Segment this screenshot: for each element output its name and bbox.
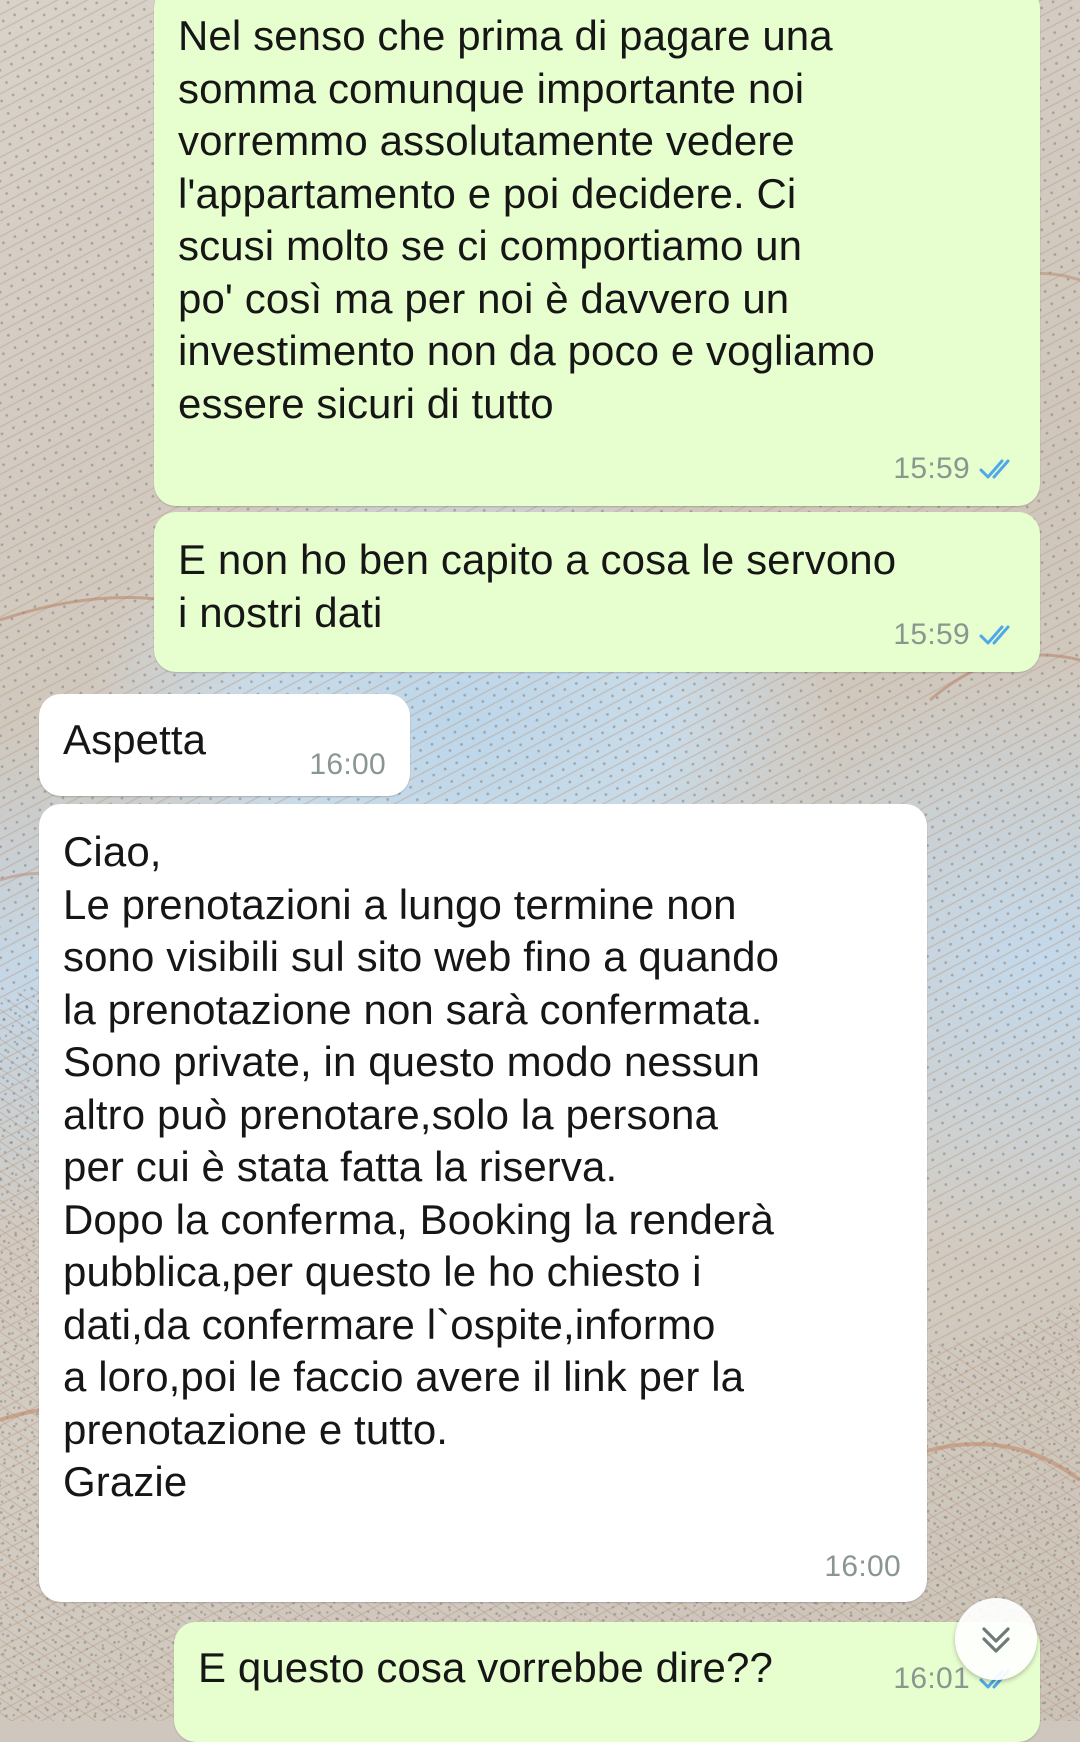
message-time: 16:00 [309, 748, 386, 781]
message-meta: 16:00 [824, 1550, 901, 1584]
message-meta: 16:00 [309, 748, 386, 782]
scroll-to-bottom-button[interactable] [955, 1598, 1037, 1680]
message-text: E questo cosa vorrebbe dire?? [198, 1644, 773, 1691]
message-bubble-outgoing[interactable]: Nel senso che prima di pagare una somma … [154, 0, 1040, 506]
double-check-icon [979, 625, 1010, 645]
message-text: Nel senso che prima di pagare una somma … [178, 12, 875, 427]
message-time: 16:00 [824, 1550, 901, 1583]
message-text: E non ho ben capito a cosa le servono i … [178, 536, 897, 636]
message-meta: 15:59 [893, 452, 1018, 486]
message-bubble-incoming[interactable]: Ciao, Le prenotazioni a lungo termine no… [39, 804, 927, 1602]
message-bubble-outgoing[interactable]: E non ho ben capito a cosa le servono i … [154, 512, 1040, 672]
double-chevron-down-icon [982, 1627, 1010, 1653]
message-text: Aspetta [63, 716, 207, 763]
message-meta: 15:59 [893, 618, 1018, 652]
double-check-icon [979, 459, 1010, 479]
message-bubble-incoming[interactable]: Aspetta 16:00 [39, 694, 410, 796]
message-time: 15:59 [893, 452, 970, 485]
message-text: Ciao, Le prenotazioni a lungo termine no… [63, 828, 780, 1505]
message-bubble-outgoing[interactable]: E questo cosa vorrebbe dire?? 16:01 [174, 1622, 1040, 1742]
message-time: 16:01 [893, 1662, 970, 1695]
message-time: 15:59 [893, 618, 970, 651]
